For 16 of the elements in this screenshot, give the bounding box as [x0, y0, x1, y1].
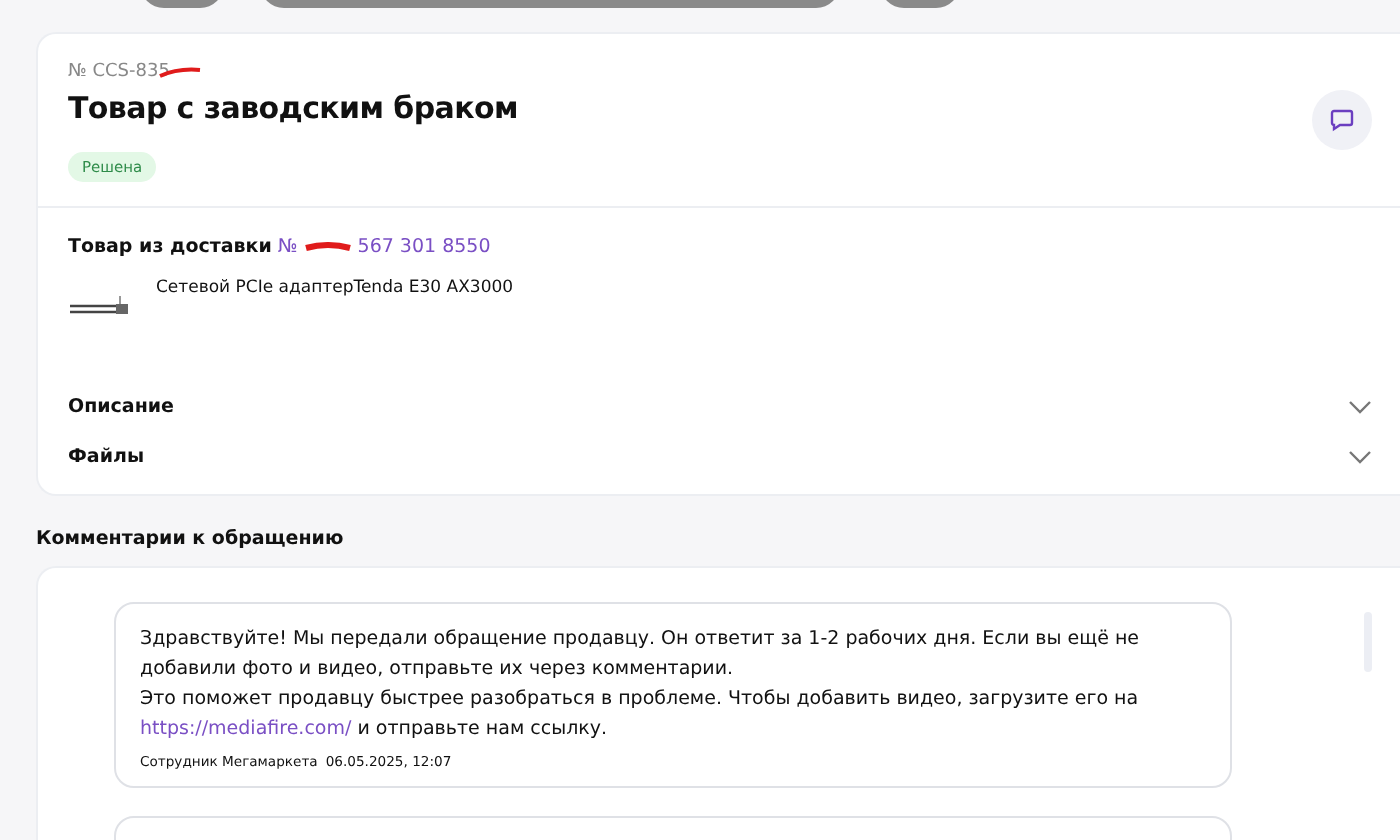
accordion-header[interactable]: Описание: [68, 382, 1372, 432]
link[interactable]: https://mediafire.com/: [140, 718, 352, 740]
request-number: № CCS-835: [68, 62, 170, 82]
message-text: Здравствуйте! Мы передали обращение продавцу. Он ответит за 1-2 рабочих дня. Если вы ещё не добавили фото и видео, отправьте их через комментарии. Это поможет продавцу быстрее разобраться в проблеме. Чтобы добавить видео, загрузите его на https://mediafire.com/ и отправьте нам ссылку.: [140, 626, 1142, 744]
product-name[interactable]: Сетевой PCIe адаптерTenda E30 AX3000: [156, 278, 514, 326]
delivery-number-link[interactable]: 567 301 8550: [357, 236, 491, 258]
chevron-icon: [1348, 399, 1372, 415]
chat-icon: [1330, 108, 1354, 132]
delivery-number-prefix[interactable]: №: [277, 236, 298, 258]
chevron-icon: [1348, 449, 1372, 465]
redaction-mark: [303, 241, 352, 253]
request-title: Товар с заводским браком: [68, 90, 518, 126]
comments-title: Комментарии к обращению: [36, 528, 346, 550]
delivery-label: Товар из доставки: [68, 236, 272, 258]
accordion-header[interactable]: Файлы: [68, 432, 1372, 482]
chat-button[interactable]: [1312, 90, 1372, 150]
